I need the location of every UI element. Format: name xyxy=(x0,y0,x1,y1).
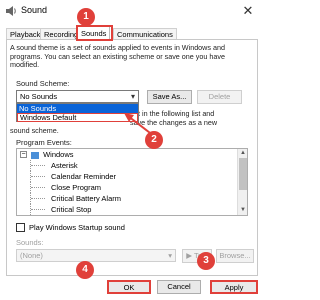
title-bar: Sound ✕ xyxy=(0,0,264,22)
event-group-label: Windows xyxy=(43,150,74,159)
collapse-icon[interactable]: − xyxy=(20,151,27,158)
chevron-down-icon: ▾ xyxy=(168,251,172,260)
sounds-label: Sounds: xyxy=(16,238,44,247)
sound-scheme-select[interactable]: No Sounds ▾ xyxy=(16,90,139,103)
tree-connector xyxy=(30,193,48,204)
list-item[interactable]: Critical Stop xyxy=(17,204,247,215)
program-events-label: Program Events: xyxy=(16,138,72,147)
list-item[interactable]: Critical Battery Alarm xyxy=(17,193,247,204)
window-title: Sound xyxy=(21,5,48,15)
event-label: Asterisk xyxy=(51,161,78,170)
startup-sound-checkbox[interactable] xyxy=(16,223,25,232)
apply-button[interactable]: Apply xyxy=(210,280,258,294)
close-icon[interactable]: ✕ xyxy=(232,0,264,22)
program-events-list[interactable]: − Windows Asterisk Calendar Reminder Clo… xyxy=(16,148,248,216)
events-scrollbar[interactable]: ▲ ▼ xyxy=(237,149,247,215)
event-label: Critical Battery Alarm xyxy=(51,194,122,203)
tree-connector xyxy=(30,160,48,171)
tab-strip: Playback Recording Sounds Communications xyxy=(6,26,258,40)
sound-scheme-label: Sound Scheme: xyxy=(16,79,70,88)
event-label: Close Program xyxy=(51,183,102,192)
scroll-thumb[interactable] xyxy=(239,158,247,190)
event-label: Critical Stop xyxy=(51,205,92,214)
sounds-value: (None) xyxy=(20,251,43,260)
tree-connector xyxy=(30,204,48,215)
startup-sound-label: Play Windows Startup sound xyxy=(29,223,125,232)
step-marker-2: 2 xyxy=(145,131,163,149)
list-item[interactable]: Close Program xyxy=(17,182,247,193)
sound-scheme-value: No Sounds xyxy=(20,92,58,101)
scroll-up-icon[interactable]: ▲ xyxy=(238,149,247,158)
tree-connector xyxy=(30,182,48,193)
play-icon: ▶ xyxy=(186,251,193,260)
event-label: Calendar Reminder xyxy=(51,172,117,181)
windows-icon xyxy=(31,151,39,159)
sounds-select[interactable]: (None) ▾ xyxy=(16,249,176,262)
event-group-windows[interactable]: − Windows xyxy=(17,149,247,160)
save-as-button[interactable]: Save As... xyxy=(147,90,192,104)
cancel-button[interactable]: Cancel xyxy=(157,280,201,294)
list-item[interactable]: Calendar Reminder xyxy=(17,171,247,182)
scheme-description: A sound theme is a set of sounds applied… xyxy=(10,43,225,70)
list-item[interactable]: Asterisk xyxy=(17,160,247,171)
step-marker-3: 3 xyxy=(197,252,215,270)
scroll-down-icon[interactable]: ▼ xyxy=(238,206,247,215)
step-marker-4: 4 xyxy=(76,261,94,279)
ok-button[interactable]: OK xyxy=(107,280,151,294)
step-marker-1: 1 xyxy=(77,8,95,26)
tree-connector xyxy=(30,171,48,182)
chevron-down-icon: ▾ xyxy=(130,92,135,101)
browse-button[interactable]: Browse... xyxy=(216,249,254,263)
tab-sounds[interactable]: Sounds xyxy=(77,26,111,40)
delete-button[interactable]: Delete xyxy=(197,90,242,104)
speaker-icon xyxy=(6,6,16,16)
